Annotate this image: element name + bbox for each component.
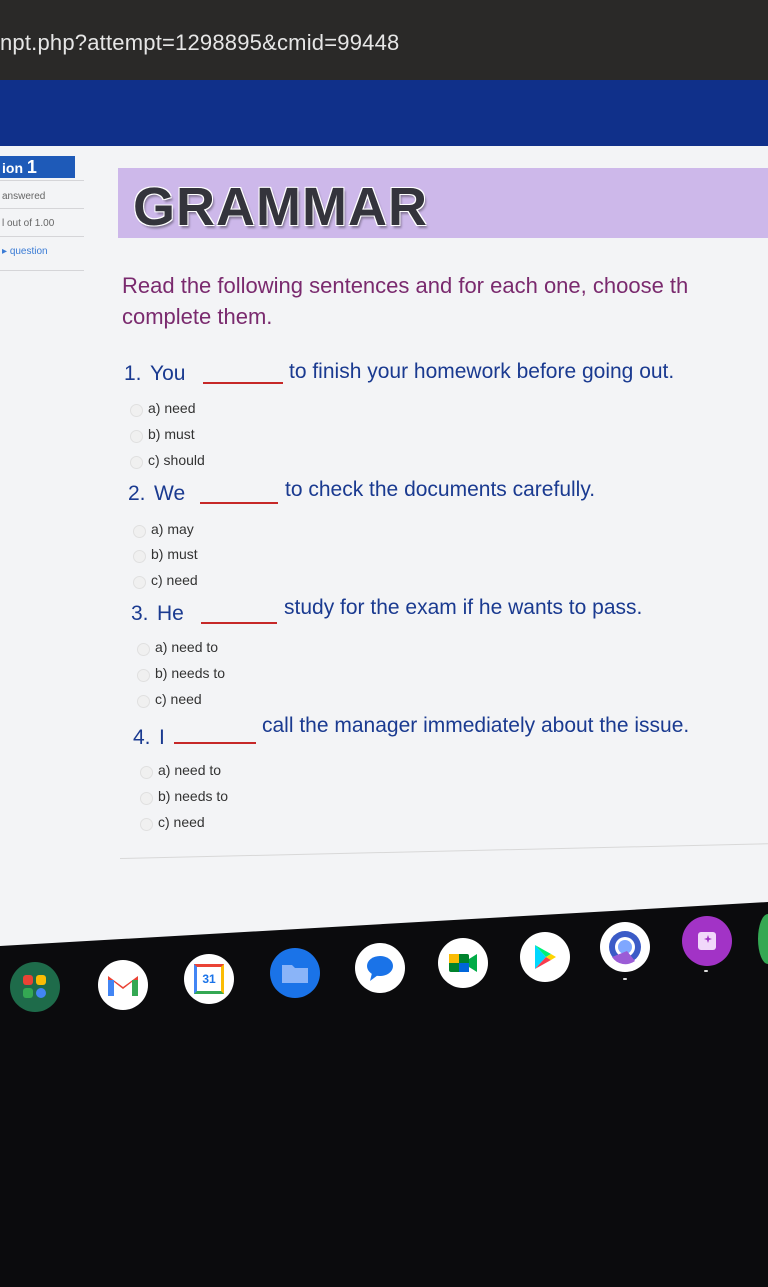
question-2-text: to check the documents carefully. <box>285 478 596 501</box>
divider <box>119 843 768 859</box>
question-3-option-b[interactable]: b) needs to <box>155 665 225 681</box>
question-3-blank <box>201 622 277 624</box>
flag-question-link[interactable]: ▸ question <box>2 246 48 257</box>
question-4-option-a[interactable]: a) need to <box>158 762 221 778</box>
option-radio[interactable] <box>130 404 143 417</box>
banner-title: GRAMMAR <box>133 177 428 237</box>
option-radio[interactable] <box>133 525 146 538</box>
question-1-option-c[interactable]: c) should <box>148 452 205 468</box>
divider <box>0 208 84 209</box>
divider <box>0 236 84 237</box>
flag-label: question <box>9 246 48 257</box>
system-shelf: 31 <box>0 900 768 1020</box>
instructions-line-2: complete them. <box>122 304 273 329</box>
gmail-icon[interactable] <box>98 960 148 1010</box>
question-4-subject: I <box>159 726 165 749</box>
address-url[interactable]: npt.php?attempt=1298895&cmid=99448 <box>0 30 399 56</box>
question-status: answered <box>2 191 46 202</box>
calendar-date: 31 <box>194 964 224 994</box>
question-marks: l out of 1.00 <box>2 218 55 229</box>
browser-address-bar[interactable]: npt.php?attempt=1298895&cmid=99448 <box>0 0 768 80</box>
question-1-text: to finish your homework before going out… <box>289 360 675 383</box>
question-3-option-c[interactable]: c) need <box>155 691 202 707</box>
question-label: ion <box>2 160 27 176</box>
launcher-icon[interactable] <box>10 962 60 1012</box>
files-icon[interactable] <box>270 948 320 998</box>
question-4-number: 4. <box>133 726 151 749</box>
quiz-page: ion 1 answered l out of 1.00 ▸ question … <box>0 146 768 946</box>
question-3-subject: He <box>157 602 184 625</box>
question-number: 1 <box>26 157 37 177</box>
meet-icon[interactable] <box>438 938 488 988</box>
question-2-option-b[interactable]: b) must <box>151 546 198 562</box>
question-number-badge: ion 1 <box>0 156 75 178</box>
question-2-subject: We <box>154 482 186 505</box>
play-store-icon[interactable] <box>520 932 570 982</box>
question-4-text: call the manager immediately about the i… <box>262 714 690 737</box>
question-4-option-b[interactable]: b) needs to <box>158 788 228 804</box>
option-radio[interactable] <box>130 430 143 443</box>
running-indicator <box>704 970 708 972</box>
question-1-subject: You <box>150 362 186 385</box>
option-radio[interactable] <box>140 792 153 805</box>
option-radio[interactable] <box>133 550 146 563</box>
question-2-blank <box>200 502 278 504</box>
option-radio[interactable] <box>133 576 146 589</box>
option-radio[interactable] <box>140 818 153 831</box>
question-1-option-b[interactable]: b) must <box>148 426 195 442</box>
option-radio[interactable] <box>137 669 150 682</box>
question-2-number: 2. <box>128 482 146 505</box>
question-1-number: 1. <box>124 362 142 385</box>
site-navbar <box>0 80 768 146</box>
question-1-blank <box>203 382 283 384</box>
instructions: Read the following sentences and for eac… <box>122 270 768 332</box>
messages-icon[interactable] <box>355 943 405 993</box>
app-icon-partial[interactable] <box>758 914 768 964</box>
divider <box>0 270 84 271</box>
question-3-text: study for the exam if he wants to pass. <box>284 596 643 619</box>
question-2-option-c[interactable]: c) need <box>151 572 198 588</box>
option-radio[interactable] <box>137 695 150 708</box>
option-radio[interactable] <box>137 643 150 656</box>
divider <box>0 180 84 181</box>
option-radio[interactable] <box>130 456 143 469</box>
grammar-banner: GRAMMAR <box>118 168 768 238</box>
question-4-option-c[interactable]: c) need <box>158 814 205 830</box>
screencast-icon[interactable] <box>682 916 732 966</box>
question-3-number: 3. <box>131 602 149 625</box>
chrome-canary-icon[interactable] <box>600 922 650 972</box>
option-radio[interactable] <box>140 766 153 779</box>
instructions-line-1: Read the following sentences and for eac… <box>122 273 689 298</box>
calendar-icon[interactable]: 31 <box>184 954 234 1004</box>
question-2-option-a[interactable]: a) may <box>151 521 194 537</box>
question-3-option-a[interactable]: a) need to <box>155 639 218 655</box>
question-4-blank <box>174 742 256 744</box>
question-1-option-a[interactable]: a) need <box>148 400 195 416</box>
flag-icon: ▸ <box>2 246 8 257</box>
running-indicator <box>623 978 627 980</box>
